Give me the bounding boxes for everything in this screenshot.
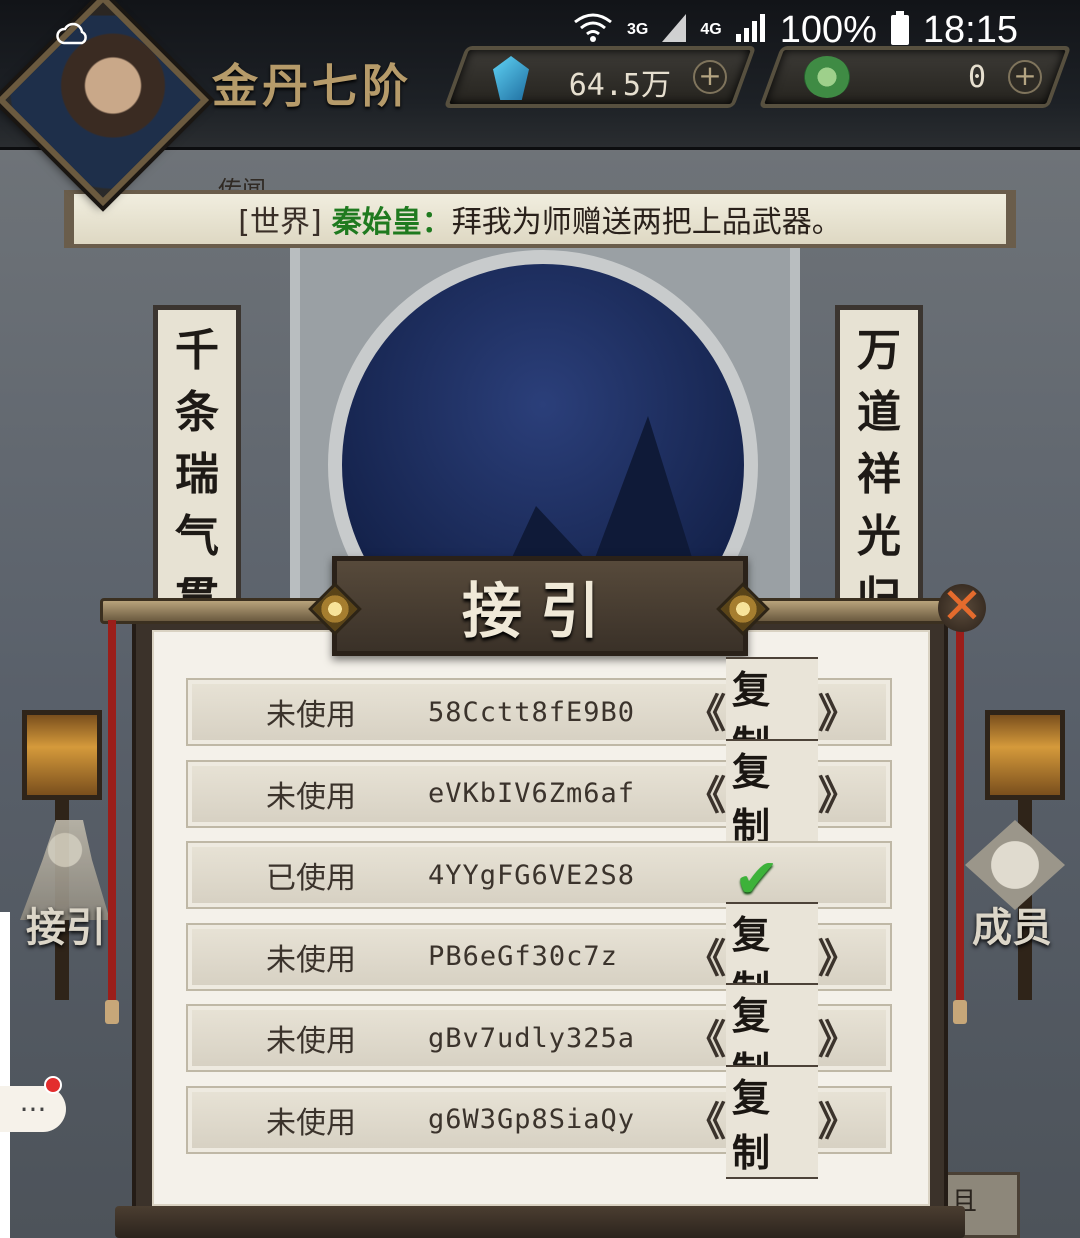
wifi-icon — [573, 9, 613, 52]
jade-coin-icon — [804, 56, 850, 98]
add-gems-button[interactable]: + — [693, 59, 727, 94]
code-row: 未使用 eVKbIV6Zm6af 《 复制 》 — [186, 738, 892, 853]
code-status: 未使用 — [266, 1024, 356, 1060]
blue-gem-icon — [493, 56, 529, 100]
invite-code: 4YYgFG6VE2S8 — [428, 859, 636, 891]
copy-label: 复制 — [726, 738, 818, 853]
couplet-char: 光 — [857, 511, 901, 562]
code-status: 未使用 — [266, 698, 356, 733]
chevron-right-icon: 》 — [818, 772, 858, 819]
right-couplet: 万 道 祥 光 归 — [835, 305, 923, 624]
dialog-title-plaque: 接引 — [332, 556, 748, 656]
clock: 18:15 — [922, 8, 1018, 51]
status-bar: 3G 4G 100% 18:15 — [0, 0, 1080, 60]
chevron-left-icon: 《 — [686, 691, 726, 737]
right-lantern — [985, 710, 1065, 800]
battery-percent: 100% — [779, 8, 877, 51]
code-status: 未使用 — [266, 779, 356, 815]
add-jade-button[interactable]: + — [1008, 59, 1042, 94]
copy-button[interactable]: 《 复制 》 — [686, 738, 858, 853]
code-status: 未使用 — [266, 1105, 356, 1141]
chevron-left-icon: 《 — [686, 1017, 726, 1064]
invite-code: gBv7udly325a — [428, 1022, 636, 1054]
couplet-char: 千 — [175, 325, 219, 376]
chevron-right-icon: 》 — [818, 935, 858, 982]
right-tassel-end — [953, 1000, 967, 1024]
chevron-left-icon: 《 — [686, 1098, 726, 1145]
couplet-char: 气 — [175, 511, 219, 562]
couplet-char: 祥 — [857, 449, 901, 500]
edge-handle — [0, 912, 10, 1238]
invite-code: eVKbIV6Zm6af — [428, 778, 636, 810]
channel-tag: [世界] — [238, 205, 322, 240]
copy-button[interactable]: 《 复制 》 — [686, 901, 858, 1016]
invite-code: g6W3Gp8SiaQy — [428, 1104, 636, 1136]
copy-button[interactable]: 《 复制 》 — [686, 657, 858, 771]
couplet-char: 条 — [175, 387, 219, 438]
right-tassel — [956, 620, 964, 1020]
chevron-right-icon: 》 — [818, 1017, 858, 1064]
network-3g: 3G — [627, 21, 649, 38]
left-couplet: 千 条 瑞 气 贯 — [153, 305, 241, 624]
code-row: 已使用 4YYgFG6VE2S8 ✔ — [186, 841, 892, 911]
couplet-char: 道 — [857, 387, 901, 438]
left-lantern — [22, 710, 102, 800]
copy-button[interactable]: 《 复制 》 — [686, 983, 858, 1098]
invite-code: 58Cctt8fE9B0 — [428, 696, 636, 728]
code-status: 已使用 — [266, 861, 356, 897]
code-row: 未使用 PB6eGf30c7z 《 复制 》 — [186, 901, 892, 1016]
chevron-right-icon: 》 — [818, 691, 858, 737]
network-4g: 4G — [700, 21, 722, 38]
members-side-button[interactable]: 成员 — [972, 895, 1052, 953]
signal-bars-icon — [735, 9, 766, 52]
copy-label: 复制 — [726, 1064, 818, 1179]
jade-amount: 0 — [967, 60, 986, 95]
couplet-char: 瑞 — [175, 449, 219, 500]
message-speaker: 秦始皇： — [331, 205, 452, 240]
copy-button[interactable]: 《 复制 》 — [686, 1064, 858, 1179]
chevron-left-icon: 《 — [686, 772, 726, 819]
code-status: 未使用 — [266, 942, 356, 978]
dialog-title: 接引 — [462, 576, 618, 647]
signal-icon — [662, 9, 687, 52]
weather-icon — [56, 14, 90, 57]
left-tassel — [108, 620, 116, 1020]
message-text: 拜我为师赠送两把上品武器。 — [451, 205, 842, 240]
chevron-left-icon: 《 — [686, 935, 726, 982]
checkmark-icon: ✔ — [734, 847, 780, 911]
code-row: 未使用 58Cctt8fE9B0 《 复制 》 — [186, 657, 892, 771]
chevron-right-icon: 》 — [818, 1098, 858, 1145]
left-tassel-end — [105, 1000, 119, 1024]
close-button[interactable]: ✕ — [938, 581, 986, 632]
code-row: 未使用 g6W3Gp8SiaQy 《 复制 》 — [186, 1064, 892, 1179]
gem-amount: 64.5万 — [568, 68, 671, 103]
scroll-bottom-rod — [115, 1206, 965, 1238]
invite-code-list: 未使用 58Cctt8fE9B0 《 复制 》 未使用 eVKbIV6Zm6af… — [186, 657, 892, 1179]
guide-side-button[interactable]: 接引 — [26, 895, 106, 953]
battery-icon — [890, 11, 909, 45]
notification-dot — [44, 1076, 62, 1094]
couplet-char: 万 — [857, 325, 901, 376]
world-chat-banner[interactable]: [世界] 秦始皇： 拜我为师赠送两把上品武器。 — [64, 190, 1016, 248]
code-row: 未使用 gBv7udly325a 《 复制 》 — [186, 983, 892, 1098]
invite-code: PB6eGf30c7z — [428, 941, 618, 973]
